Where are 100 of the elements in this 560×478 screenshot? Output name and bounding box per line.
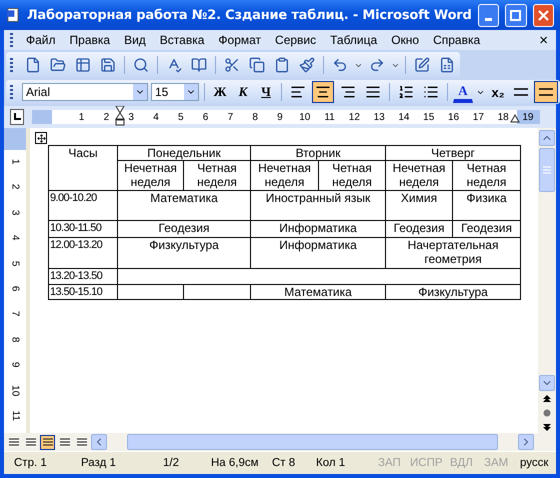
close-button[interactable] <box>532 4 554 26</box>
table-cell: Математика <box>118 190 251 220</box>
numbered-list-icon <box>398 84 414 100</box>
menu-item[interactable]: Вставка <box>152 33 212 47</box>
minimize-button[interactable] <box>478 4 500 26</box>
bold-button[interactable]: Ж <box>210 81 230 103</box>
table-cell: Вторник <box>250 146 386 160</box>
indent-marker-icon[interactable] <box>115 106 126 128</box>
spreadsheet-icon <box>439 57 455 73</box>
scroll-right-button[interactable] <box>518 434 534 450</box>
menu-item[interactable]: Формат <box>211 33 268 47</box>
status-item: Ст 8 <box>272 457 296 469</box>
double-line-icon <box>539 88 553 96</box>
table-cell: Геодезия <box>452 220 521 238</box>
next-page-icon[interactable] <box>543 421 551 433</box>
scissors-icon <box>224 57 240 73</box>
scroll-up-button[interactable] <box>539 130 555 146</box>
vertical-ruler[interactable]: 1 2 3 4 5 6 7 8 9 10 11 <box>4 128 26 433</box>
border-button[interactable] <box>534 81 558 103</box>
print-preview-icon <box>133 57 149 73</box>
align-center-button[interactable] <box>312 81 334 103</box>
italic-button[interactable]: К <box>233 81 253 103</box>
menu-item[interactable]: Вид <box>117 33 153 47</box>
close-document-button[interactable]: × <box>539 32 548 48</box>
copy-icon <box>249 57 265 73</box>
double-line-icon <box>514 88 528 96</box>
previous-page-icon[interactable] <box>543 393 551 405</box>
horizontal-scroll-thumb[interactable] <box>127 434 498 450</box>
table-cell: Нечетная неделя <box>386 160 453 190</box>
save-icon <box>100 57 116 73</box>
ruler-number: 4 <box>8 235 22 241</box>
grip-icon <box>543 166 551 174</box>
ruler-number: 10 <box>8 384 22 396</box>
vertical-scrollbar[interactable] <box>538 128 556 433</box>
dropdown-button[interactable] <box>133 84 147 100</box>
table-cell <box>118 284 184 300</box>
ruler-number: 6 <box>8 286 22 292</box>
font-field[interactable]: Arial <box>22 83 148 101</box>
tab-stop-button[interactable] <box>10 109 24 125</box>
table-cell: Информатика <box>250 238 386 268</box>
word-document-icon <box>6 7 21 23</box>
status-item: ЗАП <box>378 457 402 469</box>
table-cell: 13.20-13.50 <box>48 268 118 284</box>
ruler-number: 5 <box>8 260 22 266</box>
table-cell: Математика <box>250 284 386 300</box>
menu-item[interactable]: Сервис <box>268 33 324 47</box>
ruler-number: 8 <box>252 112 258 122</box>
menu-item[interactable]: Таблица <box>323 33 384 47</box>
menu-item[interactable]: Справка <box>426 33 488 47</box>
table-cell: 12.00-13.20 <box>48 238 118 268</box>
status-item: Разд 1 <box>81 457 117 469</box>
ruler-number: 3 <box>8 210 22 216</box>
menu-item[interactable]: Правка <box>62 33 118 47</box>
lines-icon <box>76 438 86 446</box>
ruler-number: 19 <box>522 112 534 122</box>
ruler-number: 7 <box>8 311 22 317</box>
table-cell: Химия <box>386 190 453 220</box>
table-cell: 10.30-11.50 <box>48 220 118 238</box>
folder-icon <box>50 57 66 73</box>
book-icon <box>191 57 207 73</box>
underline-button[interactable]: Ч <box>256 81 276 103</box>
ruler-number: 11 <box>324 112 335 122</box>
left-tab-icon <box>13 113 22 121</box>
print-layout-button[interactable] <box>40 434 55 450</box>
table-cell: Четная неделя <box>452 160 521 190</box>
right-indent-marker-icon[interactable] <box>510 113 520 123</box>
menu-item[interactable]: Файл <box>19 33 63 47</box>
undo-icon <box>332 57 348 73</box>
scroll-thumb[interactable] <box>539 148 555 192</box>
bullet-list-icon <box>423 84 439 100</box>
status-item: ЗАМ <box>484 457 510 469</box>
lines-icon <box>26 438 36 446</box>
table-cell: Четверг <box>386 146 521 160</box>
table-cell: 9.00-10.20 <box>48 190 118 220</box>
align-left-icon <box>290 84 306 100</box>
maximize-button[interactable] <box>505 4 527 26</box>
table-cell <box>184 284 251 300</box>
table-cell: Физкультура <box>386 284 521 300</box>
pen-square-icon <box>414 57 430 73</box>
dropdown-button[interactable] <box>184 84 198 100</box>
table-cell: 13.50-15.10 <box>48 284 118 300</box>
table-move-handle[interactable] <box>35 132 47 144</box>
status-item: ВДЛ <box>450 457 474 469</box>
align-center-icon <box>315 84 331 100</box>
window-title: Лабораторная работа №2. Сздание таблиц. - Microsoft Word <box>26 8 472 22</box>
paintbrush-icon <box>299 57 315 73</box>
ruler-number: 2 <box>104 112 110 122</box>
minimize-icon <box>484 18 492 20</box>
browse-object-icon[interactable] <box>543 407 551 419</box>
font-size-field[interactable]: 15 <box>151 83 199 101</box>
ruler-number: 8 <box>8 336 22 342</box>
table-cell: Геодезия <box>386 220 453 238</box>
table-cell: Понедельник <box>118 146 251 160</box>
subscript-button[interactable]: x₂ <box>488 81 508 103</box>
ruler-number: 1 <box>8 158 22 164</box>
status-item: русск <box>520 457 550 469</box>
table-cell: Часы <box>48 146 118 190</box>
status-item: На 6,9см <box>211 457 260 469</box>
ruler-number: 16 <box>448 112 460 122</box>
menu-item[interactable]: Окно <box>384 33 426 47</box>
